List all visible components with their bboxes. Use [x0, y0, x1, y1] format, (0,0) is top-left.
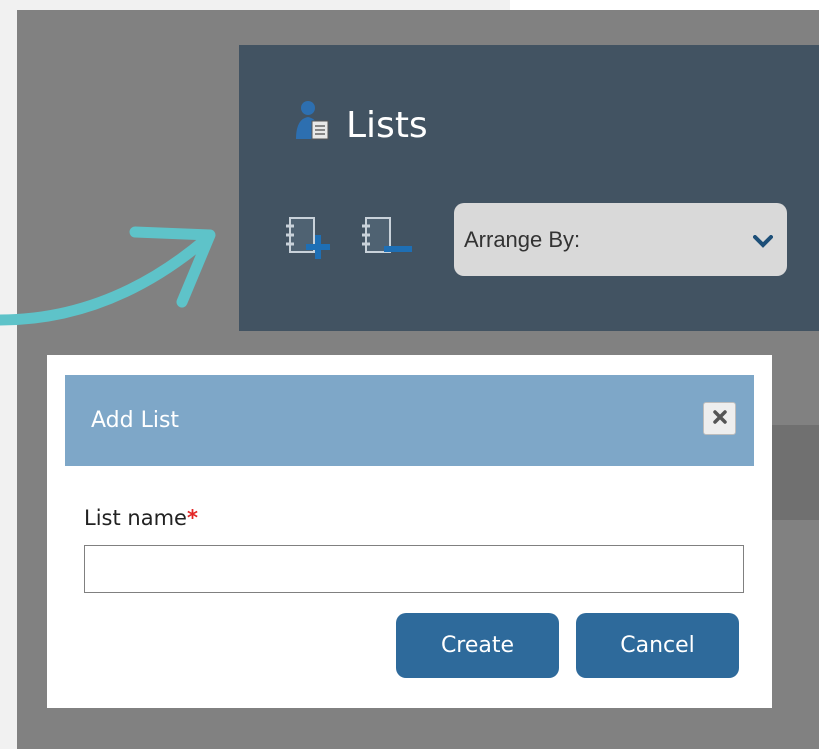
- list-name-label-text: List name: [84, 506, 187, 530]
- list-name-label: List name*: [84, 506, 198, 530]
- chevron-down-icon: [753, 229, 773, 255]
- list-name-input[interactable]: [84, 545, 744, 593]
- lists-header: Lists: [292, 100, 428, 150]
- page-top-strip: [510, 0, 819, 10]
- user-list-icon: [292, 99, 336, 152]
- dialog-title: Add List: [91, 408, 180, 433]
- cancel-button[interactable]: Cancel: [576, 613, 739, 678]
- add-list-icon[interactable]: [284, 214, 334, 270]
- close-button[interactable]: [703, 402, 736, 435]
- dialog-header: Add List: [65, 375, 754, 466]
- required-marker: *: [186, 506, 198, 530]
- annotation-arrow-icon: [0, 220, 240, 344]
- arrange-by-dropdown[interactable]: Arrange By:: [454, 203, 787, 276]
- lists-panel: [239, 45, 819, 331]
- arrange-by-label: Arrange By:: [464, 226, 581, 252]
- lists-title: Lists: [346, 104, 428, 146]
- add-list-dialog: Add List List name* Create Cancel: [47, 355, 772, 708]
- remove-list-icon[interactable]: [360, 214, 416, 270]
- create-button[interactable]: Create: [396, 613, 559, 678]
- close-icon: [712, 406, 728, 431]
